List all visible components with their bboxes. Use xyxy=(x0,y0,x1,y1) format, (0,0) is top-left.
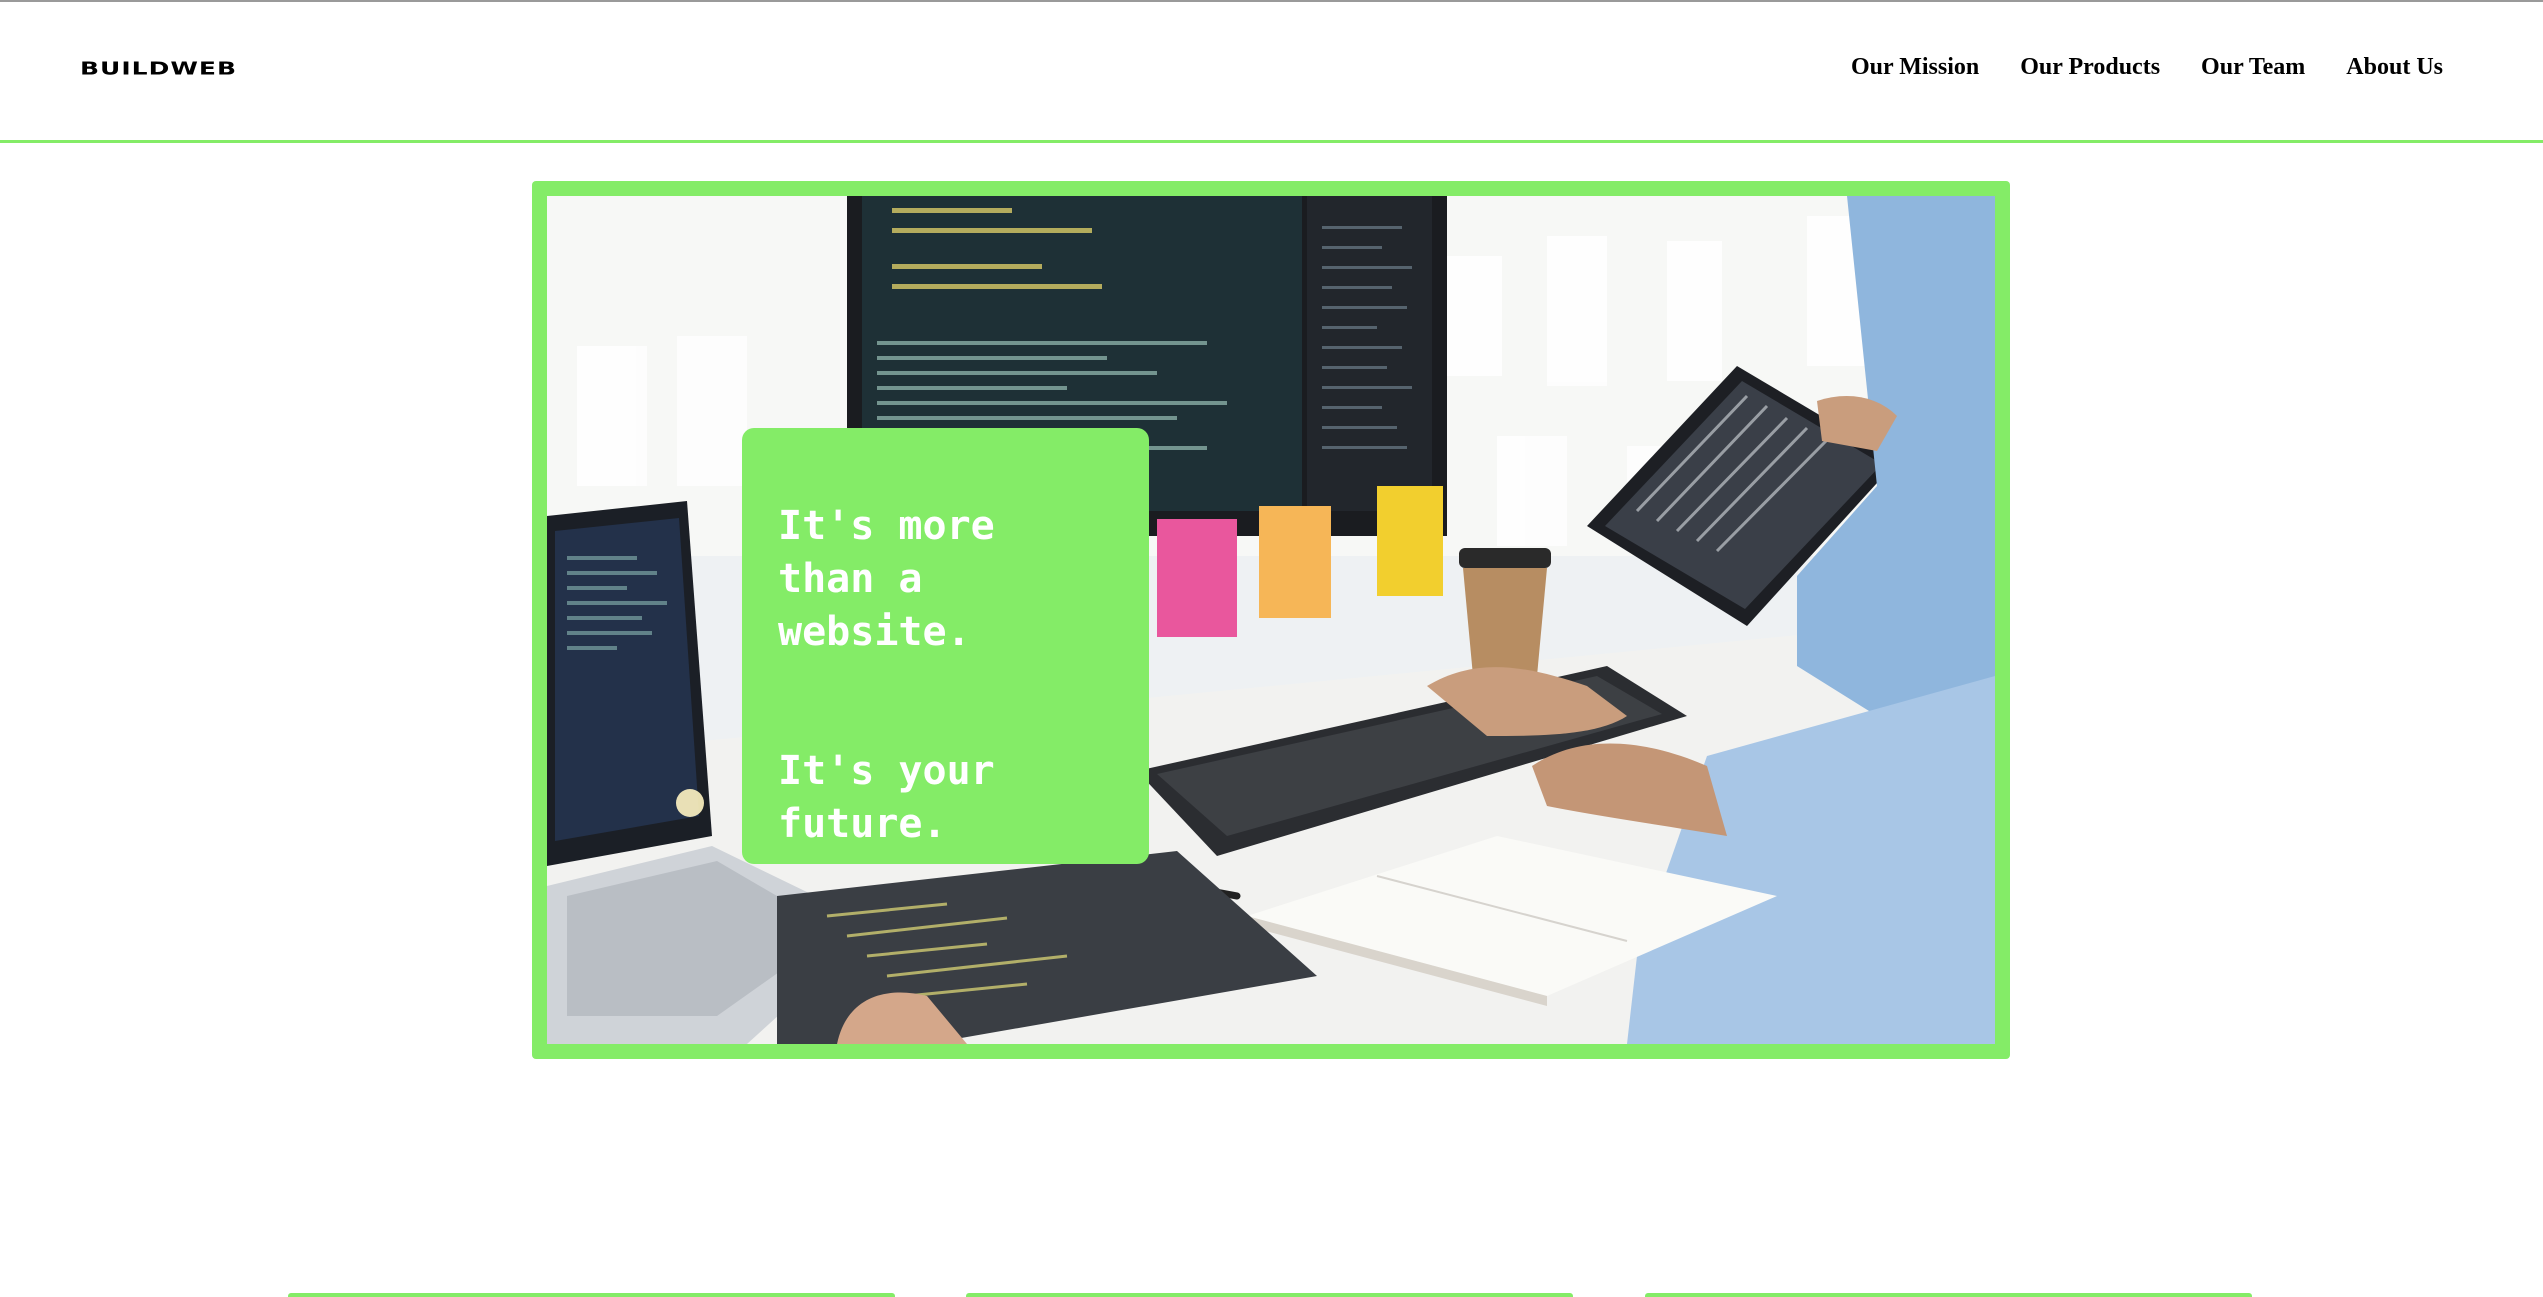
logo-text: BUILDWEB xyxy=(80,58,238,79)
hero-headline-primary: It's more than a website. xyxy=(778,503,995,655)
feature-card-3 xyxy=(1645,1293,2252,1297)
nav-link-our-team[interactable]: Our Team xyxy=(2201,54,2305,81)
feature-card-1 xyxy=(288,1293,895,1297)
hero-callout-box: It's more than a website. It's your futu… xyxy=(742,428,1149,864)
sticky-note-orange xyxy=(1259,506,1331,618)
site-header: BUILDWEB Our Mission Our Products Our Te… xyxy=(0,2,2543,143)
hero-headline-secondary: It's your future. xyxy=(778,748,995,847)
coffee-cup xyxy=(1459,548,1551,676)
main-nav: Our Mission Our Products Our Team About … xyxy=(1851,54,2443,81)
nav-link-our-mission[interactable]: Our Mission xyxy=(1851,54,1979,81)
site-logo[interactable]: BUILDWEB xyxy=(80,54,237,83)
sticky-note-pink xyxy=(1157,519,1237,637)
nav-link-our-products[interactable]: Our Products xyxy=(2020,54,2160,81)
nav-link-about-us[interactable]: About Us xyxy=(2346,54,2443,81)
page: BUILDWEB Our Mission Our Products Our Te… xyxy=(0,0,2543,1297)
sticky-note-yellow xyxy=(1377,486,1443,596)
feature-card-2 xyxy=(966,1293,1573,1297)
